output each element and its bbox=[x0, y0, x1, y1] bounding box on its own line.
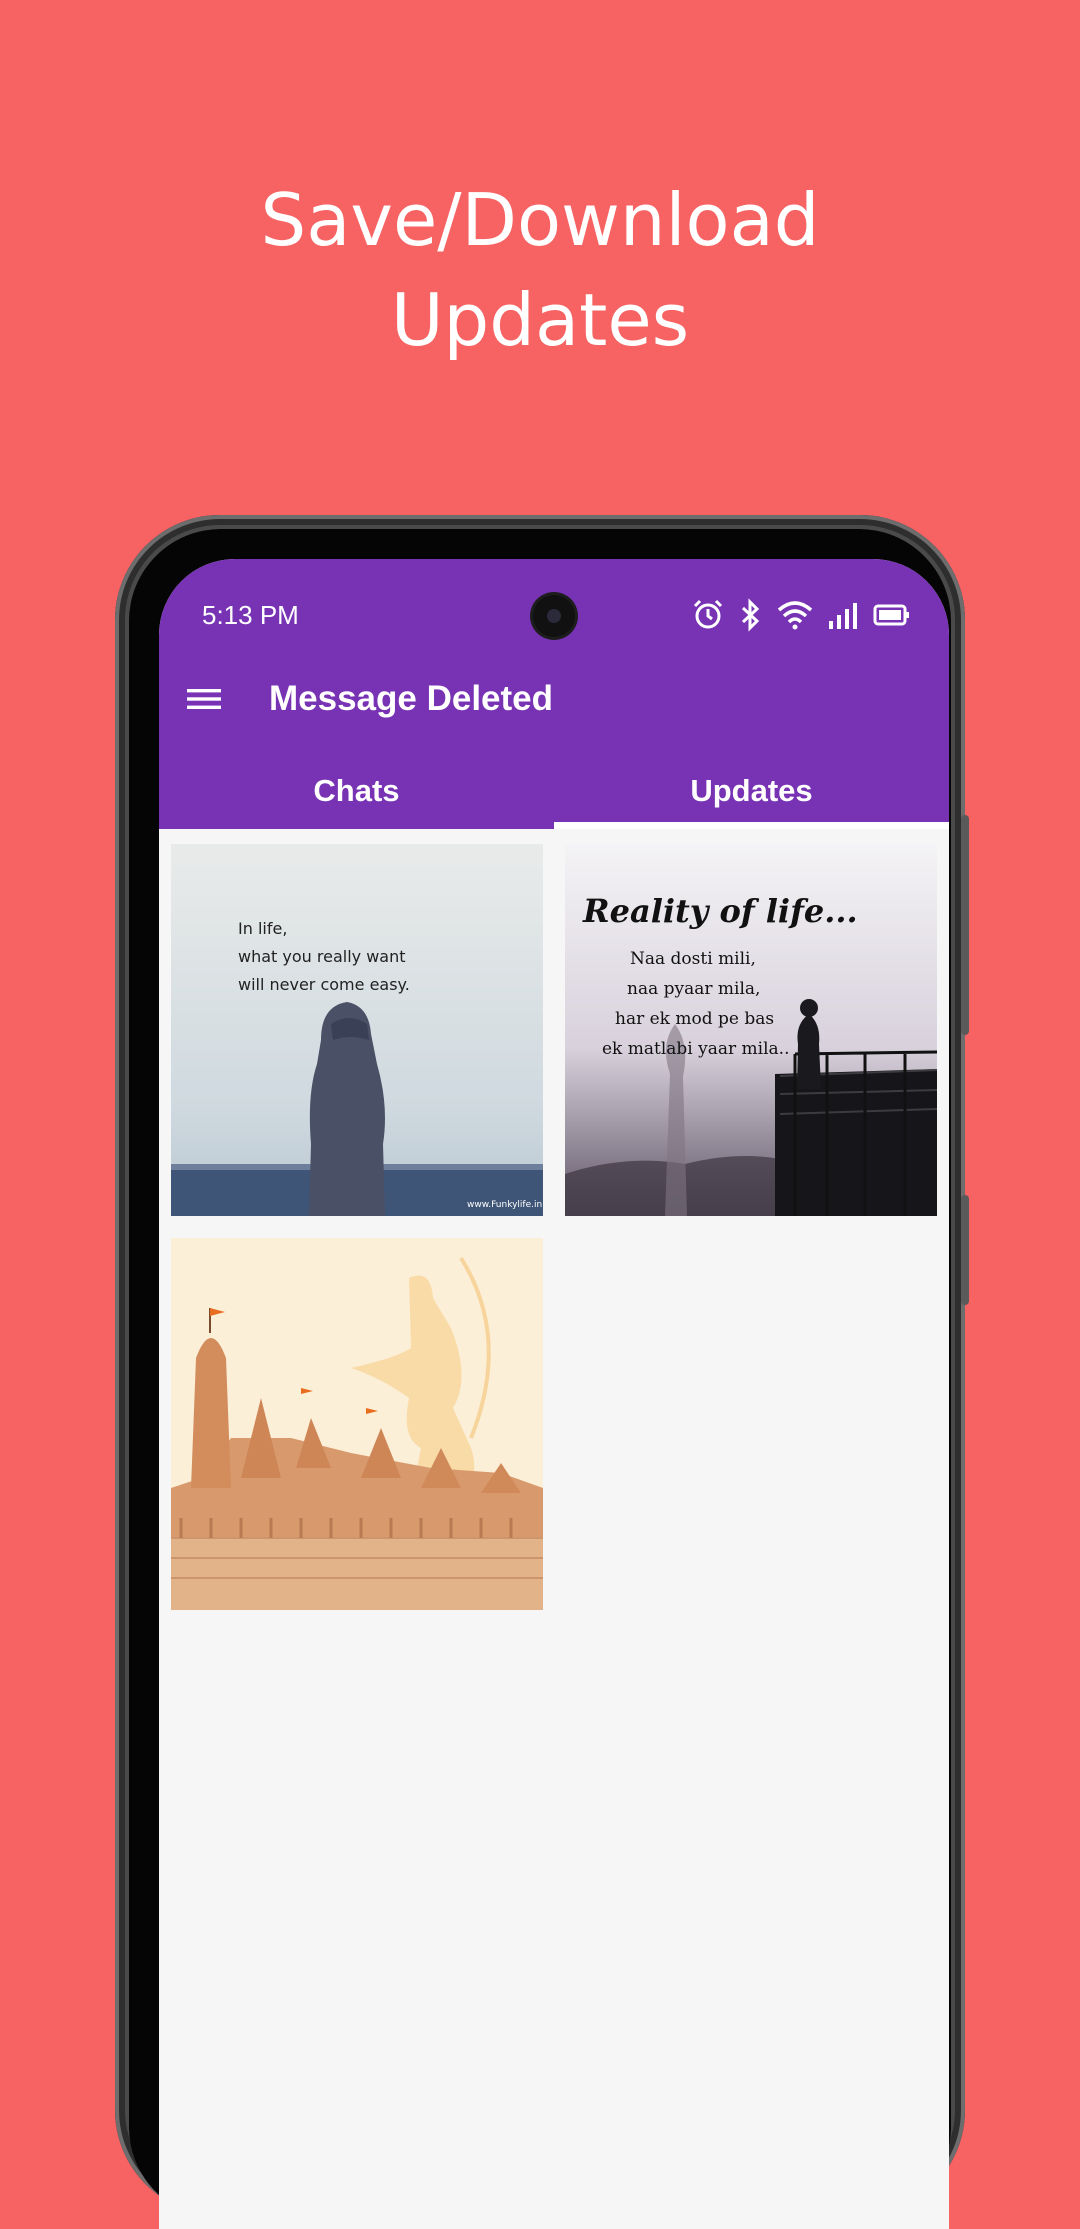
app-bar: 5:13 PM Message Deleted Chats Updates bbox=[159, 559, 949, 829]
phone-bezel: 5:13 PM Message Deleted Chats Updates In… bbox=[129, 529, 951, 2229]
tile2-line3: har ek mod pe bas bbox=[615, 1009, 774, 1029]
power-button bbox=[961, 815, 969, 1035]
status-image-tile[interactable] bbox=[171, 1238, 543, 1610]
promo-headline: Save/Download Updates bbox=[0, 170, 1080, 370]
hamburger-menu-icon[interactable] bbox=[179, 674, 229, 724]
alarm-icon bbox=[691, 598, 725, 632]
status-icons bbox=[691, 597, 911, 633]
status-time: 5:13 PM bbox=[202, 600, 299, 630]
bluetooth-icon bbox=[739, 598, 763, 632]
promo-headline-line1: Save/Download bbox=[260, 178, 820, 262]
app-title: Message Deleted bbox=[269, 679, 554, 718]
status-image-tile[interactable]: Reality of life... Naa dosti mili, naa p… bbox=[565, 844, 937, 1216]
tile2-line2: naa pyaar mila, bbox=[627, 979, 760, 999]
promo-headline-line2: Updates bbox=[390, 278, 690, 362]
tile2-line4: ek matlabi yaar mila.. bbox=[602, 1039, 790, 1059]
tile1-line2: what you really want bbox=[238, 947, 406, 966]
tile2-line1: Naa dosti mili, bbox=[630, 949, 756, 969]
tile1-watermark: www.Funkylife.in bbox=[467, 1200, 542, 1210]
status-image-tile[interactable]: In life, what you really want will never… bbox=[171, 844, 543, 1216]
front-camera bbox=[533, 595, 575, 637]
phone-frame: 5:13 PM Message Deleted Chats Updates In… bbox=[115, 515, 969, 2229]
volume-button bbox=[961, 1195, 969, 1305]
tile1-line3: will never come easy. bbox=[238, 975, 410, 994]
tile1-line1: In life, bbox=[238, 919, 287, 938]
tile2-title: Reality of life... bbox=[582, 892, 858, 930]
battery-icon bbox=[873, 603, 911, 627]
signal-icon bbox=[827, 601, 859, 629]
wifi-icon bbox=[777, 600, 813, 630]
tab-bar: Chats Updates bbox=[159, 759, 949, 829]
tab-chats[interactable]: Chats bbox=[159, 759, 554, 829]
toolbar: Message Deleted bbox=[159, 654, 949, 744]
tab-updates[interactable]: Updates bbox=[554, 759, 949, 829]
status-bar: 5:13 PM bbox=[159, 595, 949, 637]
phone-screen: 5:13 PM Message Deleted Chats Updates In… bbox=[159, 559, 949, 2229]
